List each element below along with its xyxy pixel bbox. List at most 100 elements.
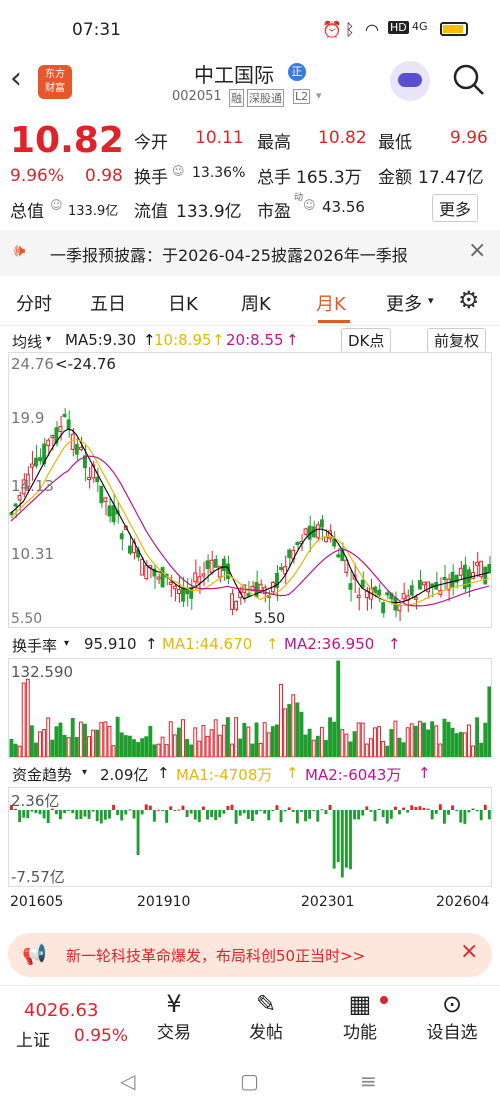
fund-chart[interactable]: 2.36亿 -7.57亿 [8,787,492,887]
candle-body [168,581,173,585]
candle-body [95,476,100,483]
back-triangle-icon[interactable]: ◁ [120,1069,135,1093]
candle-body [319,519,324,528]
time-label: 201605 [10,894,64,910]
dropdown-icon[interactable]: ▾ [316,89,322,102]
fund-bar [222,810,226,814]
index-name[interactable]: 上证 [16,1026,50,1051]
turnover-bar [74,737,79,757]
fund-bar [161,810,165,811]
fund-bar [246,810,250,820]
tab-intraday[interactable]: 分时 [16,290,52,316]
fund-bar [455,810,459,811]
candle-body [74,444,79,455]
turnover-bar [103,721,108,757]
fund-bar [471,808,475,810]
turnover-bar [315,735,320,757]
turnover-selector[interactable]: 换手率 [12,635,57,656]
turnover-bar [21,682,26,757]
turnover-bar [87,736,91,757]
turnover-bar [417,720,422,757]
dk-point-button[interactable]: DK点 [341,328,392,353]
candle-body [458,567,463,576]
battery-icon [440,22,468,36]
fund-bar [279,810,283,823]
more-button[interactable]: 更多 [432,194,479,222]
indicator-selector[interactable]: 均线 [12,331,42,352]
fund-bar [263,810,267,814]
open-value: 10.11 [195,128,244,148]
notification-dot [380,996,388,1004]
turnover-bar [450,727,455,757]
notice-bar[interactable]: 🕪 一季报预披露：于2026-04-25披露2026年一季报 × [0,230,500,276]
back-icon[interactable]: ‹ [10,61,22,96]
home-square-icon[interactable]: ▢ [240,1069,259,1093]
adjust-button[interactable]: 前复权 [427,328,487,353]
fund-bar [271,810,275,812]
time-axis: 201605 201910 202301 202604 [0,892,500,914]
arrow-up-icon: ↑ [212,331,225,349]
turnover-bar [409,723,414,757]
fund-selector[interactable]: 资金趋势 [12,764,72,785]
fund-bar [99,810,103,824]
nav-watchlist[interactable]: ⊙ 设自选 [412,990,492,1043]
turnover-bar [246,726,251,757]
turnover-bar [111,745,116,757]
gear-icon[interactable]: ⚙ [458,286,480,314]
candle-body [87,477,91,481]
fund-bar [185,810,189,818]
turnover-bar [483,722,488,757]
tab-more[interactable]: 更多 [386,290,422,316]
tab-five-day[interactable]: 五日 [90,290,126,316]
fund-bar [22,810,26,818]
turnover-chart[interactable]: 132.590 [8,658,492,758]
amount-label: 金额 [378,168,412,188]
promo-banner[interactable]: 📢 新一轮科技革命爆发，布局科创50正当时>> × [8,933,492,977]
candle-body [160,567,165,588]
tab-weekly[interactable]: 周K [241,290,271,316]
turnover-bar [66,737,71,757]
info-icon[interactable]: ☺ [303,198,316,212]
fund-bar [169,806,173,810]
fund-bar [312,810,316,811]
assistant-avatar-icon[interactable] [390,61,430,101]
turnover-bar [389,729,394,757]
fund-bar [414,806,418,810]
fund-bar [381,810,385,818]
index-value[interactable]: 4026.63 [24,1000,98,1021]
candle-body [246,593,251,597]
fund-bar [295,810,299,824]
search-icon[interactable] [452,63,486,97]
close-icon[interactable]: × [468,238,486,263]
volume-value: 165.3万 [296,168,362,188]
fund-value: 2.09亿 [100,766,149,784]
nav-function[interactable]: ▦ 功能 [320,990,400,1043]
fund-ma1: MA1:-4708万 [176,766,273,784]
turnover-ma2: MA2:36.950 [284,635,375,653]
info-icon[interactable]: ☺ [172,164,185,178]
active-tab-indicator [318,320,350,323]
fund-bar [259,810,263,811]
turnover-bar [266,732,271,757]
fund-bar [18,810,22,823]
turnover-bar [197,740,202,757]
nav-trade[interactable]: ¥ 交易 [134,990,214,1043]
candle-body [450,571,455,588]
turnover-bar [373,727,377,757]
fund-bar [63,810,66,814]
kline-chart[interactable]: 24.76 <-24.76 19.9 14.13 10.31 5.50 5.50 [8,352,492,628]
fund-bar [230,804,234,810]
candle-body [409,585,414,596]
fund-axis-bottom: -7.57亿 [11,868,65,886]
tab-daily[interactable]: 日K [168,290,198,316]
tab-monthly[interactable]: 月K [316,290,346,316]
kline-svg [9,408,491,622]
close-icon[interactable]: × [460,939,478,964]
nav-post[interactable]: ✎ 发帖 [226,990,306,1043]
info-icon[interactable]: ☺ [50,198,63,212]
recents-menu-icon[interactable]: ≡ [360,1069,377,1093]
fund-bar [361,810,365,816]
turnover-bar [487,686,491,757]
index-percent[interactable]: 0.95% [74,1026,128,1046]
turnover-bar [377,726,382,757]
